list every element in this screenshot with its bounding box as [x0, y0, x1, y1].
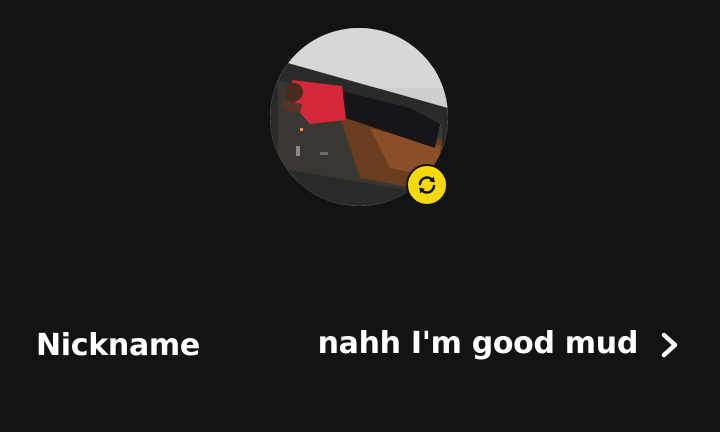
edit-profile-screen: Nickname nahh I'm good mud	[0, 0, 720, 432]
nickname-row[interactable]: Nickname nahh I'm good mud	[0, 300, 720, 392]
chevron-right-icon	[661, 332, 678, 358]
refresh-icon	[418, 176, 436, 194]
nickname-label: Nickname	[36, 328, 200, 363]
change-avatar-button[interactable]	[406, 164, 448, 206]
nickname-value: nahh I'm good mud	[317, 326, 639, 361]
avatar-container[interactable]	[270, 28, 448, 206]
